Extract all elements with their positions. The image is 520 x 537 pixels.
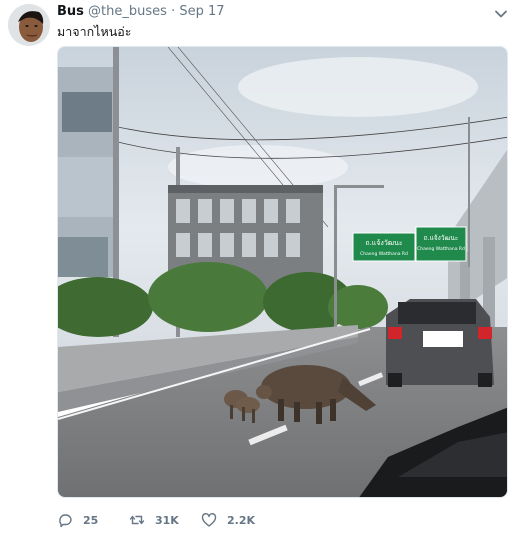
author-handle[interactable]: @the_buses xyxy=(88,4,167,19)
retweet-button[interactable]: 31K xyxy=(129,510,201,530)
heart-icon xyxy=(201,513,217,527)
tweet-photo[interactable]: ถ.แจ้งวัฒนะ Chaeng Watthana Rd ถ.แจ้งวัฒ… xyxy=(57,46,508,498)
reply-button[interactable]: 25 xyxy=(57,510,129,530)
tweet-date[interactable]: Sep 17 xyxy=(179,4,224,19)
reply-icon xyxy=(59,514,72,528)
tweet-actions: 25 31K 2.2K xyxy=(57,510,281,530)
photo-scene: ถ.แจ้งวัฒนะ Chaeng Watthana Rd ถ.แจ้งวัฒ… xyxy=(58,47,507,497)
tweet-header: Bus @the_buses · Sep 17 xyxy=(57,4,225,22)
like-count: 2.2K xyxy=(227,513,256,527)
retweet-count: 31K xyxy=(155,513,179,527)
retweet-icon xyxy=(129,515,145,525)
road-sign-right xyxy=(415,226,467,262)
author-name[interactable]: Bus xyxy=(57,4,84,19)
header-separator: · xyxy=(171,4,176,19)
tweet-text: มาจากไหนอ่ะ xyxy=(57,24,132,39)
road-sign-left-title: ถ.แจ้งวัฒนะ xyxy=(365,239,403,247)
road-sign-left-sub: Chaeng Watthana Rd xyxy=(360,251,408,257)
avatar-image xyxy=(8,4,50,46)
avatar[interactable] xyxy=(8,4,50,46)
road-sign-right-title: ถ.แจ้งวัฒนะ xyxy=(424,234,459,242)
like-button[interactable]: 2.2K xyxy=(201,510,281,530)
road-sign-right-sub: Chaeng Watthana Rd xyxy=(417,246,465,252)
tweet-card: Bus @the_buses · Sep 17 มาจากไหนอ่ะ ถ.แจ… xyxy=(0,0,520,537)
chevron-down-icon[interactable] xyxy=(494,6,508,20)
car xyxy=(386,299,494,387)
reply-count: 25 xyxy=(83,513,99,527)
